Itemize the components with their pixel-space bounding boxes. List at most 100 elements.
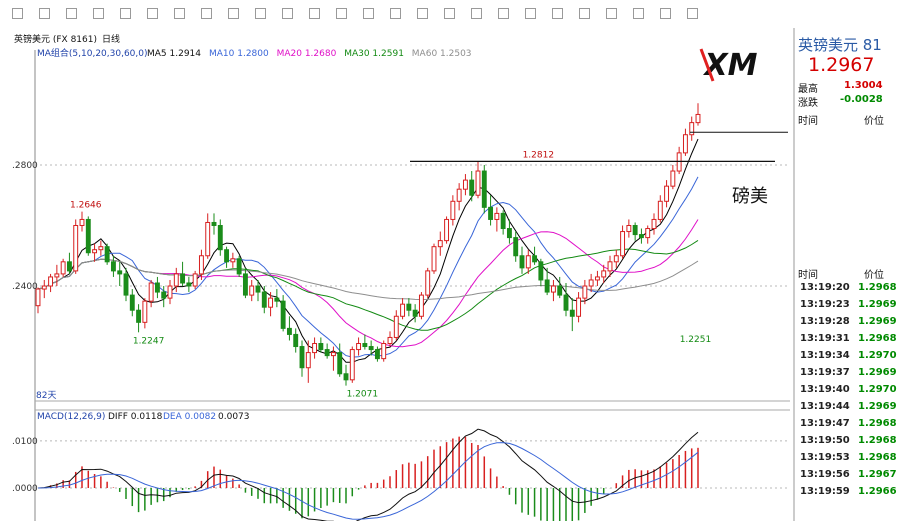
tick-price: 1.2968	[858, 333, 897, 344]
candle-body	[362, 343, 368, 348]
candle-body	[450, 200, 456, 220]
candle-body	[632, 225, 638, 236]
toolbar-icon[interactable]	[39, 8, 50, 19]
toolbar-icon[interactable]	[606, 8, 617, 19]
toolbar-icon[interactable]	[444, 8, 455, 19]
candle-body	[104, 246, 110, 263]
candle-body	[500, 212, 506, 230]
toolbar-icon[interactable]	[498, 8, 509, 19]
price-annotation: 1.2646	[70, 201, 102, 211]
toolbar-icon[interactable]	[174, 8, 185, 19]
toolbar-icon[interactable]	[201, 8, 212, 19]
tick-price: 1.2970	[858, 384, 897, 395]
tick-row: 13:19:37 1.2969	[796, 366, 909, 383]
candle-body	[620, 231, 626, 257]
tick-time: 13:19:23	[800, 299, 850, 310]
last-price: 1.2967	[808, 54, 875, 76]
candle-body	[418, 294, 424, 317]
macd-value-label: 0.0073	[218, 412, 250, 422]
candle-body	[236, 258, 242, 275]
toolbar-icon[interactable]	[525, 8, 536, 19]
candle-body	[92, 249, 98, 254]
toolbar-icon[interactable]	[336, 8, 347, 19]
candle-body	[161, 291, 167, 299]
price-annotation: 1.2251	[680, 335, 712, 345]
toolbar-icon[interactable]	[255, 8, 266, 19]
tick-row: 13:19:31 1.2968	[796, 332, 909, 349]
candle-body	[312, 343, 318, 354]
candle-body	[626, 225, 632, 233]
toolbar	[0, 0, 909, 28]
macd-panel	[37, 428, 699, 521]
toolbar-icon[interactable]	[147, 8, 158, 19]
toolbar-icon[interactable]	[579, 8, 590, 19]
col-price-top: 价位	[864, 116, 884, 127]
candle-body	[305, 352, 311, 369]
toolbar-icon[interactable]	[282, 8, 293, 19]
candle-body	[475, 170, 481, 196]
candle-body	[538, 261, 544, 281]
candle-body	[431, 246, 437, 272]
candle-body	[293, 333, 299, 348]
xm-logo: XM	[691, 43, 771, 87]
toolbar-icon[interactable]	[687, 8, 698, 19]
tick-time: 13:19:40	[800, 384, 850, 395]
macd-dea-label: DEA 0.0082	[163, 412, 216, 422]
toolbar-icon[interactable]	[66, 8, 77, 19]
candle-body	[249, 285, 255, 296]
toolbar-icon[interactable]	[12, 8, 23, 19]
candle-body	[657, 200, 663, 220]
candle-body	[60, 261, 66, 275]
col-time: 时间	[798, 270, 818, 281]
candle-body	[136, 309, 142, 323]
candle-body	[651, 218, 657, 230]
candle-body	[330, 352, 336, 357]
price-annotation: 1.2812	[523, 150, 555, 160]
ma-line-ma20	[37, 219, 699, 348]
candle-body	[582, 285, 588, 299]
toolbar-icon[interactable]	[120, 8, 131, 19]
tick-time: 13:19:28	[800, 316, 850, 327]
tick-row: 13:19:59 1.2966	[796, 485, 909, 502]
candle-body	[205, 221, 211, 257]
tick-price: 1.2968	[858, 418, 897, 429]
candle-body	[550, 285, 556, 293]
toolbar-icon[interactable]	[471, 8, 482, 19]
ma-line-ma10	[37, 176, 699, 358]
toolbar-icon[interactable]	[93, 8, 104, 19]
candle-body	[425, 270, 431, 296]
candle-body	[444, 218, 450, 242]
candle-body	[66, 261, 72, 272]
ma-line-ma5	[37, 138, 699, 363]
candle-body	[79, 218, 85, 226]
toolbar-icon[interactable]	[417, 8, 428, 19]
candle-body	[261, 291, 267, 308]
tick-row: 13:19:50 1.2968	[796, 434, 909, 451]
quote-panel: 英镑美元 81 1.2967 最高 1.3004 涨跌 -0.0028 时间 价…	[796, 28, 909, 521]
toolbar-icon[interactable]	[660, 8, 671, 19]
candle-body	[576, 297, 582, 317]
tick-time: 13:19:34	[800, 350, 850, 361]
candle-body	[110, 261, 116, 272]
candle-body	[513, 237, 519, 257]
change-value: -0.0028	[840, 94, 883, 105]
period-count-label: 82天	[36, 391, 56, 401]
candle-body	[356, 343, 362, 351]
tick-price: 1.2969	[858, 401, 897, 412]
toolbar-icon[interactable]	[363, 8, 374, 19]
toolbar-icon[interactable]	[552, 8, 563, 19]
candle-body	[406, 303, 412, 311]
toolbar-icon[interactable]	[309, 8, 320, 19]
tick-row: 13:19:44 1.2969	[796, 400, 909, 417]
toolbar-icon[interactable]	[228, 8, 239, 19]
y-tick-label: .2400	[12, 282, 38, 292]
toolbar-icon[interactable]	[633, 8, 644, 19]
candle-body	[664, 185, 670, 202]
price-annotation: 1.2071	[347, 390, 379, 400]
candle-body	[211, 221, 217, 226]
candle-body	[48, 276, 54, 287]
toolbar-icon[interactable]	[390, 8, 401, 19]
candle-body	[469, 179, 475, 196]
macd-tick-label: .0100	[12, 437, 38, 447]
candle-body	[280, 300, 286, 329]
